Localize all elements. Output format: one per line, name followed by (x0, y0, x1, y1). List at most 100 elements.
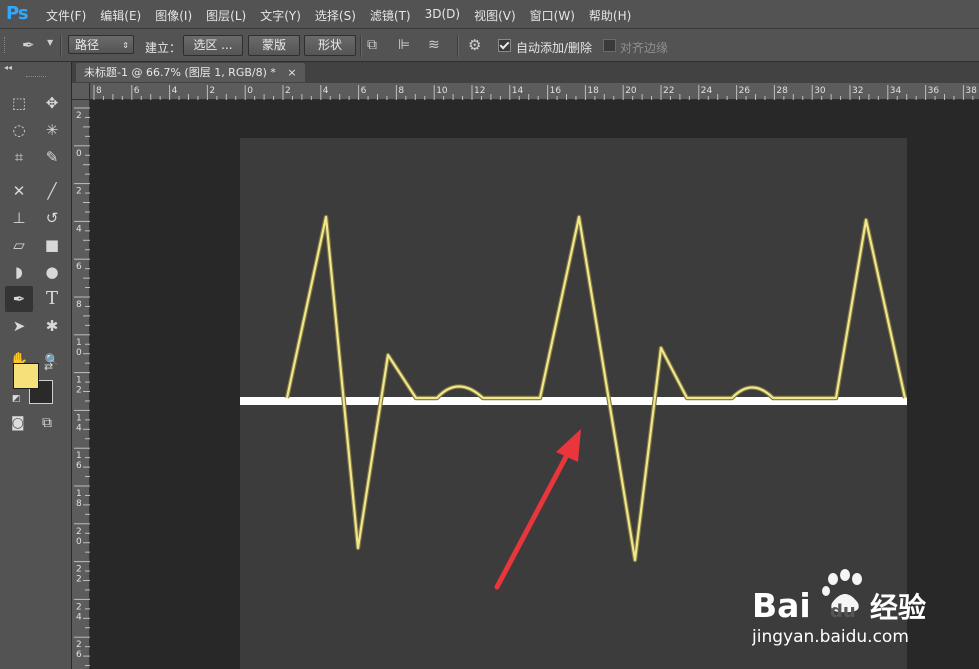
path-operations-icon[interactable]: ⧉ (367, 37, 377, 53)
brush-icon[interactable]: ╱ (38, 178, 66, 204)
options-grip[interactable] (4, 37, 9, 53)
photoshop-logo: Ps (6, 3, 29, 24)
panel-grip[interactable] (26, 76, 46, 79)
eraser-icon[interactable]: ▱ (5, 232, 33, 258)
crop-icon[interactable]: ⌗ (5, 144, 33, 170)
auto-add-delete-label: 自动添加/删除 (516, 41, 593, 55)
ruler-v-label: 6 (76, 262, 82, 272)
ruler-v-label: 0 (76, 537, 82, 547)
menu-item-8[interactable]: 视图(V) (474, 7, 516, 24)
menu-bar: Ps 文件(F) 编辑(E) 图像(I) 图层(L) 文字(Y) 选择(S) 滤镜(T) 3D… (0, 0, 979, 29)
menu-item-5[interactable]: 选择(S) (315, 7, 356, 24)
ruler-v-label: 2 (76, 640, 82, 650)
ruler-h-label: 22 (663, 86, 674, 96)
type-icon[interactable]: T (38, 286, 66, 312)
ruler-v-label: 1 (76, 489, 82, 499)
eyedropper-icon[interactable]: ✎ (38, 144, 66, 170)
move-icon[interactable]: ✥ (38, 90, 66, 116)
ruler-v-label: 1 (76, 376, 82, 386)
ruler-v-label: 4 (76, 612, 82, 622)
lasso-icon[interactable]: ◌ (5, 117, 33, 143)
close-tab-icon[interactable]: × (287, 66, 296, 79)
custom-shape-icon[interactable]: ✱ (38, 313, 66, 339)
tool-mode-value: 路径 (75, 38, 100, 52)
ruler-h-label: 12 (474, 86, 485, 96)
default-colors-icon[interactable]: ◩ (12, 394, 21, 404)
menu-item-4[interactable]: 文字(Y) (260, 7, 301, 24)
marquee-icon[interactable]: ⬚ (5, 90, 33, 116)
menu-item-0[interactable]: 文件(F) (46, 7, 86, 24)
ruler-h-label: 20 (625, 86, 637, 96)
pen-tool-preset-icon[interactable]: ✒ (22, 36, 35, 54)
ruler-h-label: 2 (285, 86, 291, 96)
horizontal-ruler[interactable]: 8 6 4 2 0 2 4 6 8 10 12 14 16 18 20 22 24 26 28 30 32 34 36 38 (90, 83, 979, 100)
menu-item-7[interactable]: 3D(D) (425, 7, 460, 24)
menu-item-2[interactable]: 图像(I) (155, 7, 192, 24)
menu-item-1[interactable]: 编辑(E) (100, 7, 141, 24)
path-select-icon[interactable]: ➤ (5, 313, 33, 339)
ruler-v-label: 6 (76, 461, 82, 471)
make-shape-button[interactable]: 形状 (304, 35, 356, 56)
make-selection-button[interactable]: 选区 ... (183, 35, 243, 56)
preset-dropdown-arrow-icon[interactable]: ▼ (47, 38, 53, 47)
ruler-h-label: 32 (852, 86, 863, 96)
gradient-icon[interactable]: ■ (38, 232, 66, 258)
healing-icon[interactable]: ✕ (5, 178, 33, 204)
path-alignment-icon[interactable]: ⊫ (398, 37, 410, 53)
ruler-v-label: 2 (76, 565, 82, 575)
vertical-ruler[interactable]: 202468101214161820222426 (72, 100, 90, 669)
options-separator (457, 35, 459, 57)
ruler-v-label: 0 (76, 149, 82, 159)
magic-wand-icon[interactable]: ✳ (38, 117, 66, 143)
ruler-v-label: 8 (76, 499, 82, 509)
screen-mode-icon[interactable]: ⧉ (42, 415, 52, 431)
ruler-h-label: 16 (550, 86, 562, 96)
ruler-h-label: 6 (361, 86, 367, 96)
ruler-h-label: 36 (928, 86, 940, 96)
pen-icon[interactable]: ✒ (5, 286, 33, 312)
build-label: 建立： (145, 41, 182, 55)
menu-item-10[interactable]: 帮助(H) (589, 7, 631, 24)
tool-mode-select[interactable]: 路径 ⇕ (68, 35, 134, 54)
ruler-h-label: 4 (323, 86, 329, 96)
ruler-origin[interactable] (72, 83, 90, 100)
ruler-h-label: 34 (890, 86, 902, 96)
ruler-h-label: 26 (739, 86, 751, 96)
auto-add-delete-checkbox[interactable] (498, 39, 511, 52)
quick-mask-icon[interactable]: ◙ (11, 415, 25, 431)
ruler-v-label: 2 (76, 187, 82, 197)
ruler-v-label: 2 (76, 602, 82, 612)
document-tab[interactable]: 未标题-1 @ 66.7% (图层 1, RGB/8) * × (76, 63, 305, 82)
history-brush-icon[interactable]: ↺ (38, 205, 66, 231)
align-edges-label: 对齐边缘 (620, 41, 669, 55)
ruler-h-label: 10 (436, 86, 448, 96)
gear-icon[interactable]: ⚙ (468, 36, 481, 54)
stamp-icon[interactable]: ⊥ (5, 205, 33, 231)
blur-icon[interactable]: ◗ (5, 259, 33, 285)
menu-item-3[interactable]: 图层(L) (206, 7, 246, 24)
ruler-v-label: 1 (76, 338, 82, 348)
path-arrangement-icon[interactable]: ≋ (428, 37, 440, 53)
ruler-v-label: 4 (76, 423, 82, 433)
align-edges-checkbox[interactable] (603, 39, 616, 52)
menu-item-6[interactable]: 滤镜(T) (370, 7, 411, 24)
swap-colors-icon[interactable]: ⇄ (44, 360, 53, 373)
watermark-url: jingyan.baidu.com (752, 627, 909, 647)
dodge-icon[interactable]: ● (38, 259, 66, 285)
baidu-watermark: Bai du 经验 jingyan.baidu.com (752, 569, 926, 647)
ruler-h-label: 24 (701, 86, 713, 96)
document-tab-title: 未标题-1 @ 66.7% (图层 1, RGB/8) * (84, 66, 276, 79)
ruler-v-label: 2 (76, 527, 82, 537)
menu-items: 文件(F) 编辑(E) 图像(I) 图层(L) 文字(Y) 选择(S) 滤镜(T) 3D(D)… (46, 7, 645, 24)
ruler-h-label: 6 (134, 86, 140, 96)
ruler-v-label: 1 (76, 451, 82, 461)
menu-item-9[interactable]: 窗口(W) (530, 7, 575, 24)
ruler-v-label: 6 (76, 650, 82, 660)
foreground-color-swatch[interactable] (13, 363, 39, 389)
tools-panel: ◂◂ ⬚ ✥ ◌ ✳ ⌗ ✎ ✕ ╱ ⊥ ↺ ▱ ■ ◗ ● ✒ T ➤ ✱ ✋ 🔍 ⇄ ◩ ◙ ⧉ (0, 62, 72, 669)
watermark-brand-du: du (830, 601, 856, 622)
ruler-v-label: 0 (76, 348, 82, 358)
make-mask-button[interactable]: 蒙版 (248, 35, 300, 56)
ruler-h-label: 18 (587, 86, 599, 96)
collapse-panel-icon[interactable]: ◂◂ (4, 63, 12, 72)
